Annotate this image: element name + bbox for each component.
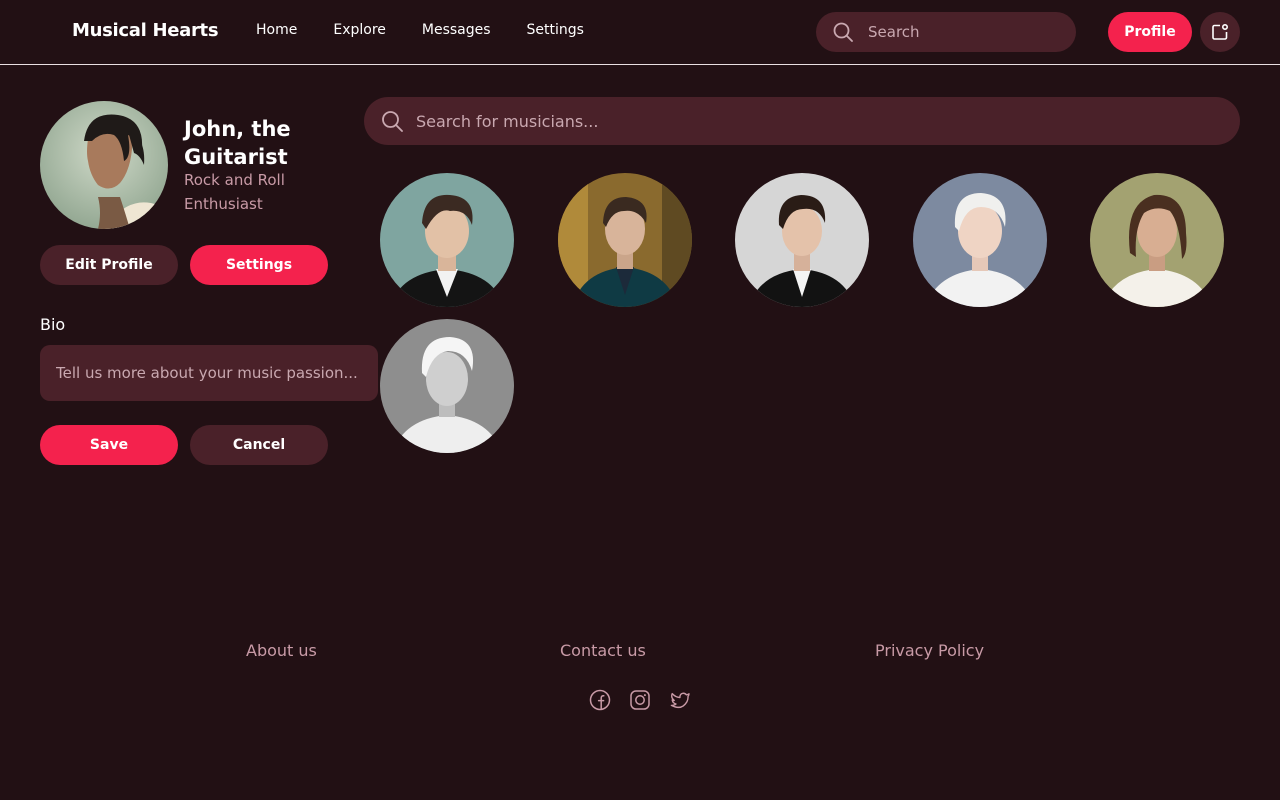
nav-explore[interactable]: Explore (333, 22, 386, 38)
nav-messages[interactable]: Messages (422, 22, 491, 38)
musician-search-input[interactable] (416, 97, 1216, 145)
cancel-button[interactable]: Cancel (190, 425, 328, 465)
musician-avatar[interactable] (558, 173, 692, 307)
notification-button[interactable] (1200, 12, 1240, 52)
facebook-icon[interactable] (589, 689, 611, 711)
save-button[interactable]: Save (40, 425, 178, 465)
footer-contact-us[interactable]: Contact us (560, 641, 646, 660)
profile-tagline: Rock and Roll Enthusiast (184, 171, 285, 213)
profile-avatar[interactable] (40, 101, 168, 229)
musician-avatar[interactable] (1090, 173, 1224, 307)
search-icon (382, 111, 403, 132)
musician-avatar[interactable] (380, 319, 514, 453)
top-navigation-bar: Musical Hearts Home Explore Messages Set… (0, 0, 1280, 65)
instagram-icon[interactable] (629, 689, 651, 711)
profile-button[interactable]: Profile (1108, 12, 1192, 52)
musician-avatar[interactable] (913, 173, 1047, 307)
edit-profile-button[interactable]: Edit Profile (40, 245, 178, 285)
bio-label: Bio (40, 315, 66, 334)
musician-search (364, 97, 1240, 145)
nav-settings[interactable]: Settings (527, 22, 584, 38)
header-search (816, 12, 1076, 52)
footer-privacy-policy[interactable]: Privacy Policy (875, 641, 984, 660)
twitter-icon[interactable] (669, 689, 691, 711)
musician-avatar[interactable] (380, 173, 514, 307)
footer-about-us[interactable]: About us (246, 641, 317, 660)
notification-icon (1212, 23, 1229, 40)
main-nav: Home Explore Messages Settings (256, 22, 620, 38)
header-search-input[interactable] (868, 12, 1064, 52)
page: Musical Hearts Home Explore Messages Set… (0, 0, 1280, 800)
profile-name: John, the Guitarist (184, 117, 291, 169)
musician-avatar[interactable] (735, 173, 869, 307)
nav-home[interactable]: Home (256, 22, 297, 38)
settings-button[interactable]: Settings (190, 245, 328, 285)
bio-input[interactable] (40, 345, 378, 401)
brand-logo[interactable]: Musical Hearts (72, 20, 219, 41)
search-icon (833, 22, 853, 42)
